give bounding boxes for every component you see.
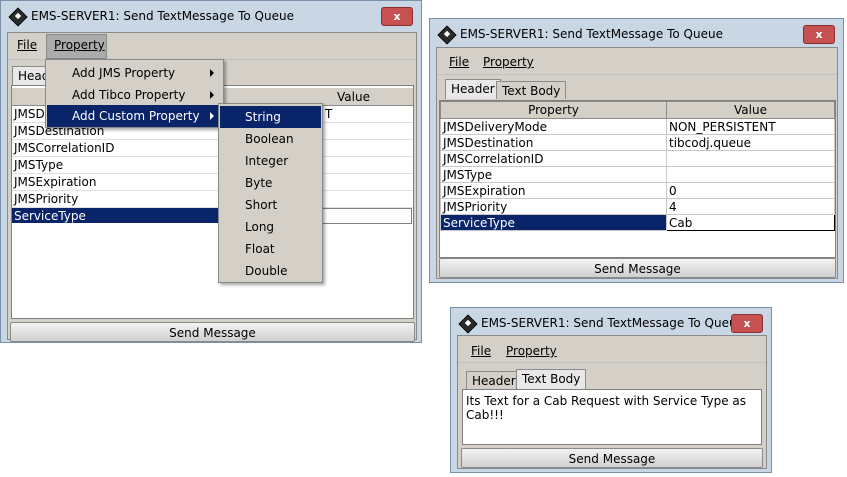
- column-header-value: Value: [666, 101, 835, 119]
- table-row-selected[interactable]: ServiceType: [12, 208, 413, 224]
- close-button[interactable]: x: [803, 25, 835, 44]
- table-row[interactable]: JMSPriority 4: [440, 198, 835, 215]
- menu-item-boolean[interactable]: Boolean: [220, 128, 321, 150]
- menu-item-double[interactable]: Double: [220, 260, 321, 282]
- chevron-right-icon: [210, 112, 214, 120]
- custom-type-submenu: String Boolean Integer Byte Short Long F…: [218, 103, 323, 283]
- column-header-value: Value: [337, 90, 370, 104]
- table-row[interactable]: JMSType: [440, 166, 835, 183]
- table-header-row: Property Value: [440, 101, 835, 119]
- send-message-button[interactable]: Send Message: [439, 258, 836, 278]
- menu-property[interactable]: Property: [54, 38, 105, 52]
- column-header-property: Property: [440, 101, 667, 119]
- app-icon: [458, 314, 478, 334]
- menu-item-short[interactable]: Short: [220, 194, 321, 216]
- send-message-button[interactable]: Send Message: [461, 448, 763, 468]
- menubar: File Property: [8, 33, 416, 60]
- table-row[interactable]: JMSPriority: [12, 191, 413, 208]
- tab-header[interactable]: Header: [445, 79, 501, 99]
- table-row-selected[interactable]: ServiceType Cab: [440, 214, 835, 231]
- menu-item-float[interactable]: Float: [220, 238, 321, 260]
- tab-text-body[interactable]: Text Body: [516, 369, 587, 389]
- bottom-titlebar[interactable]: EMS-SERVER1: Send TextMessage To Queue x: [451, 308, 771, 338]
- send-message-button[interactable]: Send Message: [10, 322, 415, 342]
- menu-file[interactable]: File: [17, 38, 37, 52]
- table-row[interactable]: JMSType: [12, 157, 413, 174]
- property-table: Property Value JMSDeliveryMode NON_PERSIS…: [440, 101, 835, 231]
- bottom-client: File Property Header Text Body Its Text …: [457, 335, 767, 469]
- menu-property[interactable]: Property: [483, 55, 534, 69]
- menu-file[interactable]: File: [449, 55, 469, 69]
- table-row[interactable]: JMSCorrelationID: [440, 150, 835, 167]
- menu-item-integer[interactable]: Integer: [220, 150, 321, 172]
- tab-text-body[interactable]: Text Body: [496, 81, 567, 99]
- menu-item-string[interactable]: String: [220, 106, 321, 128]
- close-button[interactable]: x: [731, 314, 763, 333]
- chevron-right-icon: [210, 69, 214, 77]
- menu-item-long[interactable]: Long: [220, 216, 321, 238]
- table-row[interactable]: JMSExpiration: [12, 174, 413, 191]
- menu-item-add-tibco-property[interactable]: Add Tibco Property: [47, 84, 222, 106]
- right-property-panel: Property Value JMSDeliveryMode NON_PERSIS…: [439, 100, 836, 258]
- right-client: File Property Header Text Body Property …: [436, 47, 838, 279]
- table-row[interactable]: JMSDeliveryMode NON_PERSISTENT: [440, 118, 835, 135]
- window-title: EMS-SERVER1: Send TextMessage To Queue: [31, 9, 294, 23]
- menu-item-add-custom-property[interactable]: Add Custom Property: [47, 105, 222, 127]
- table-row[interactable]: JMSExpiration 0: [440, 182, 835, 199]
- app-icon: [437, 25, 457, 45]
- table-row[interactable]: JMSCorrelationID: [12, 140, 413, 157]
- close-button[interactable]: x: [381, 7, 413, 26]
- app-icon: [8, 7, 28, 27]
- chevron-right-icon: [210, 91, 214, 99]
- menu-file[interactable]: File: [471, 344, 491, 358]
- tab-header[interactable]: Header: [466, 371, 522, 389]
- table-row[interactable]: JMSDestination tibcodj.queue: [440, 134, 835, 151]
- window-title: EMS-SERVER1: Send TextMessage To Queue: [481, 316, 744, 330]
- menubar: File Property: [437, 48, 837, 75]
- left-titlebar[interactable]: EMS-SERVER1: Send TextMessage To Queue x: [1, 1, 421, 31]
- right-window: EMS-SERVER1: Send TextMessage To Queue x…: [429, 18, 844, 283]
- menu-item-add-jms-property[interactable]: Add JMS Property: [47, 62, 222, 84]
- value-editor[interactable]: Cab: [666, 214, 835, 231]
- window-title: EMS-SERVER1: Send TextMessage To Queue: [460, 27, 723, 41]
- left-window: EMS-SERVER1: Send TextMessage To Queue x…: [0, 0, 422, 343]
- bottom-window: EMS-SERVER1: Send TextMessage To Queue x…: [450, 307, 772, 473]
- menubar: File Property: [458, 336, 766, 363]
- text-body-area[interactable]: Its Text for a Cab Request with Service …: [462, 389, 762, 445]
- right-titlebar[interactable]: EMS-SERVER1: Send TextMessage To Queue x: [430, 19, 843, 49]
- property-menu: Add JMS Property Add Tibco Property Add …: [45, 59, 224, 128]
- menu-property[interactable]: Property: [506, 344, 557, 358]
- menu-item-byte[interactable]: Byte: [220, 172, 321, 194]
